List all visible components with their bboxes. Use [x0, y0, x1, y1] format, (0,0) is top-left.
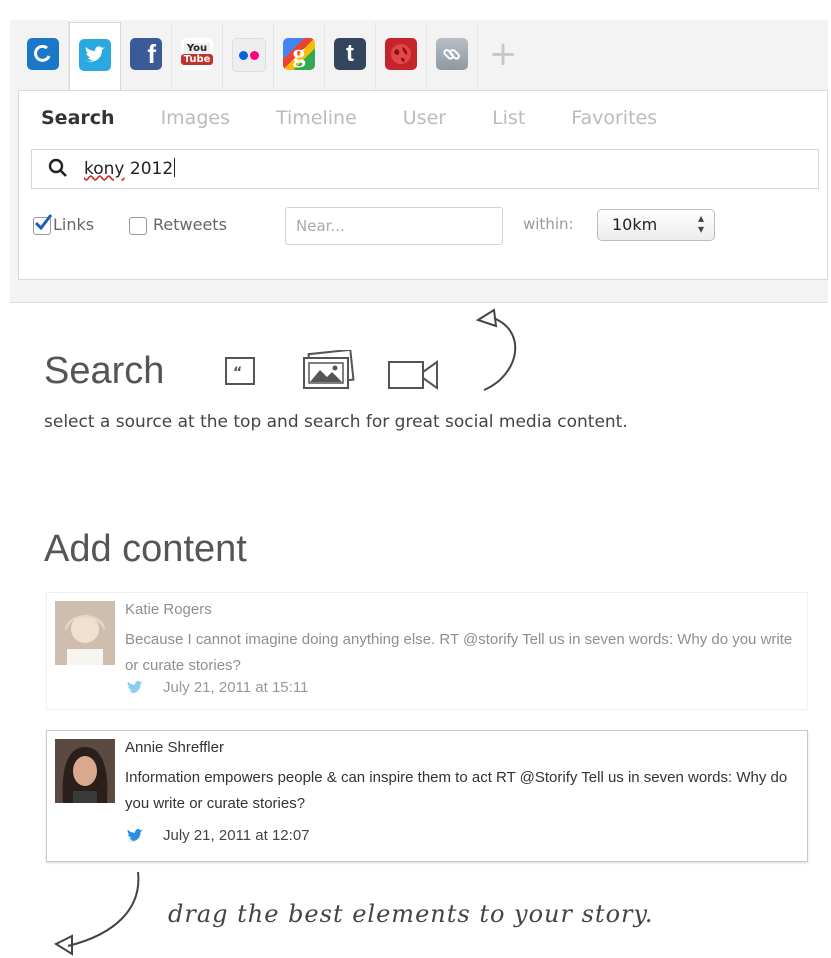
- facebook-icon: f: [130, 38, 162, 70]
- tweet-text: Because I cannot imagine doing anything …: [125, 631, 793, 674]
- subtab-user[interactable]: User: [403, 107, 446, 129]
- search-sheet: Search Images Timeline User List Favorit…: [18, 90, 828, 280]
- svg-text:“: “: [233, 365, 242, 381]
- within-label: within:: [523, 215, 574, 233]
- avatar: [55, 601, 115, 665]
- tab-facebook[interactable]: f: [121, 22, 172, 90]
- add-content-heading: Add content: [44, 528, 247, 570]
- text-caret: [174, 158, 176, 177]
- tweet-author: Katie Rogers: [125, 601, 212, 618]
- google-icon: g: [283, 38, 315, 70]
- avatar: [55, 739, 115, 803]
- search-options: Links Retweets Near... within: 10km ▴ ▾: [31, 205, 821, 245]
- within-select[interactable]: 10km ▴ ▾: [597, 209, 715, 241]
- subtab-favorites[interactable]: Favorites: [571, 107, 657, 129]
- storify-icon: [27, 38, 59, 70]
- search-query-rest: 2012: [124, 159, 174, 179]
- search-input[interactable]: kony 2012: [31, 149, 819, 189]
- subtab-search[interactable]: Search: [41, 107, 115, 129]
- tweet-meta: July 21, 2011 at 15:11: [125, 679, 308, 696]
- video-icon: [388, 360, 438, 390]
- tab-youtube[interactable]: You Tube: [172, 22, 223, 90]
- tab-storify[interactable]: [18, 22, 69, 90]
- flickr-pink-dot: [250, 50, 259, 60]
- checkmark-icon: [34, 214, 53, 231]
- quote-icon: “: [225, 357, 255, 385]
- tweet-date: July 21, 2011 at 15:11: [163, 679, 309, 696]
- near-input[interactable]: Near...: [285, 207, 503, 245]
- tab-add-source[interactable]: +: [478, 22, 528, 90]
- web-globe-icon: [385, 38, 417, 70]
- tab-twitter[interactable]: [69, 22, 121, 93]
- youtube-top: You: [183, 43, 211, 54]
- tweet-meta: July 21, 2011 at 12:07: [125, 827, 310, 844]
- twitter-bird-icon: [127, 829, 143, 842]
- within-value: 10km: [612, 215, 658, 234]
- select-arrows-icon: ▴ ▾: [697, 211, 704, 236]
- search-icon: [48, 158, 67, 177]
- search-query: kony 2012: [84, 158, 176, 179]
- search-subtabs: Search Images Timeline User List Favorit…: [41, 107, 657, 129]
- youtube-icon: You Tube: [180, 38, 214, 70]
- links-checkbox[interactable]: [33, 214, 53, 235]
- link-icon: [436, 38, 468, 70]
- flickr-blue-dot: [239, 50, 248, 60]
- subtab-images[interactable]: Images: [161, 107, 230, 129]
- tab-link[interactable]: [427, 22, 478, 90]
- hint-arrow-up: [475, 308, 517, 391]
- tweet-text: Information empowers people & can inspir…: [125, 769, 788, 812]
- retweets-label: Retweets: [153, 215, 227, 234]
- tab-google[interactable]: g: [274, 22, 325, 90]
- tumblr-icon: t: [334, 38, 366, 70]
- subtab-list[interactable]: List: [492, 107, 525, 129]
- links-label: Links: [53, 215, 95, 234]
- search-heading: Search: [44, 350, 165, 392]
- search-query-misspelled: kony: [84, 159, 125, 179]
- search-description: select a source at the top and search fo…: [44, 412, 628, 432]
- twitter-bird-icon: [127, 681, 143, 694]
- tab-flickr[interactable]: [223, 22, 274, 90]
- twitter-icon: [79, 39, 111, 71]
- source-panel: f You Tube g t + Search Images Timeline …: [10, 20, 828, 303]
- retweets-checkbox[interactable]: [129, 217, 147, 235]
- tweet-card[interactable]: Annie Shreffler Information empowers peo…: [46, 730, 808, 862]
- add-source-icon: +: [488, 34, 518, 74]
- drag-hint: drag the best elements to your story.: [168, 900, 654, 928]
- subtab-timeline[interactable]: Timeline: [276, 107, 357, 129]
- near-placeholder: Near...: [296, 217, 345, 235]
- tab-web[interactable]: [376, 22, 427, 90]
- tweet-card[interactable]: Katie Rogers Because I cannot imagine do…: [46, 592, 808, 710]
- hint-arrow-down: [53, 871, 140, 956]
- flickr-icon: [232, 38, 266, 72]
- tab-tumblr[interactable]: t: [325, 22, 376, 90]
- source-tabs: f You Tube g t +: [18, 22, 528, 93]
- tweet-author: Annie Shreffler: [125, 739, 224, 756]
- image-icon: [303, 350, 355, 389]
- youtube-bottom: Tube: [180, 54, 214, 65]
- tweet-date: July 21, 2011 at 12:07: [163, 827, 310, 844]
